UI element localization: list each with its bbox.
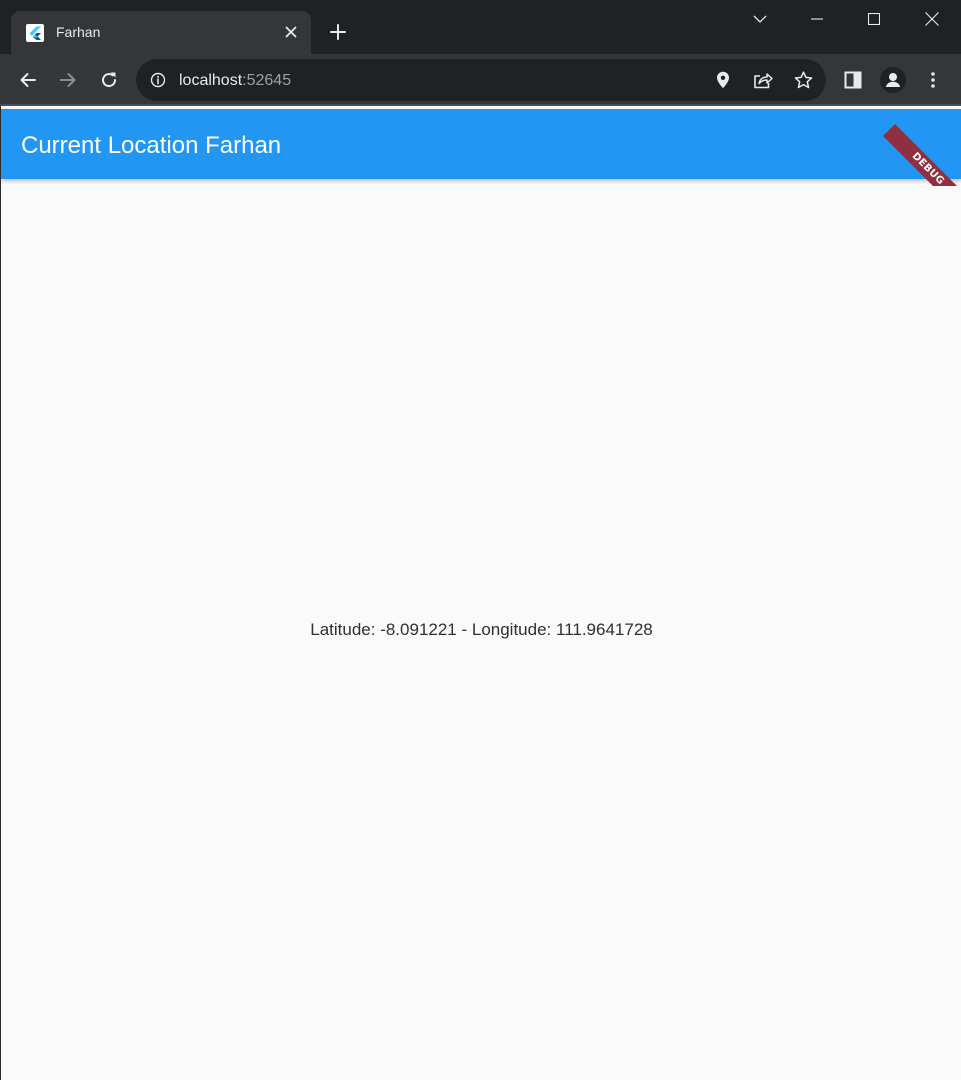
more-menu-icon[interactable] (919, 66, 947, 94)
browser-window: Farhan localhost:52645 Current Location … (0, 0, 961, 1080)
url-text[interactable]: localhost:52645 (179, 71, 291, 90)
flutter-app-page: Current Location Farhan Latitude: -8.091… (0, 106, 961, 1080)
address-bar[interactable]: localhost:52645 (136, 59, 826, 101)
maximize-icon[interactable] (845, 0, 903, 38)
tab-strip: Farhan (0, 0, 961, 54)
url-host: localhost (179, 72, 243, 89)
reload-icon[interactable] (95, 66, 123, 94)
tab-search-icon[interactable] (731, 0, 789, 38)
location-coordinates-text: Latitude: -8.091221 - Longitude: 111.964… (310, 620, 653, 639)
app-bar-title: Current Location Farhan (21, 132, 282, 159)
close-window-icon[interactable] (903, 0, 961, 38)
tab-title: Farhan (56, 24, 101, 40)
share-icon[interactable] (753, 70, 773, 90)
forward-icon[interactable] (54, 66, 82, 94)
site-info-icon[interactable] (149, 71, 167, 89)
tab-active[interactable]: Farhan (11, 11, 311, 54)
minimize-icon[interactable] (788, 0, 846, 38)
browser-toolbar: localhost:52645 (0, 54, 961, 106)
tab-close-icon[interactable] (281, 22, 301, 42)
bookmark-star-icon[interactable] (793, 70, 813, 90)
app-bar: Current Location Farhan (1, 109, 961, 179)
location-pin-icon[interactable] (713, 70, 733, 90)
flutter-icon (26, 24, 44, 42)
back-icon[interactable] (14, 66, 42, 94)
url-port: :52645 (242, 72, 292, 89)
profile-avatar-icon[interactable] (879, 66, 907, 94)
side-panel-icon[interactable] (839, 66, 867, 94)
new-tab-icon[interactable] (326, 20, 350, 44)
